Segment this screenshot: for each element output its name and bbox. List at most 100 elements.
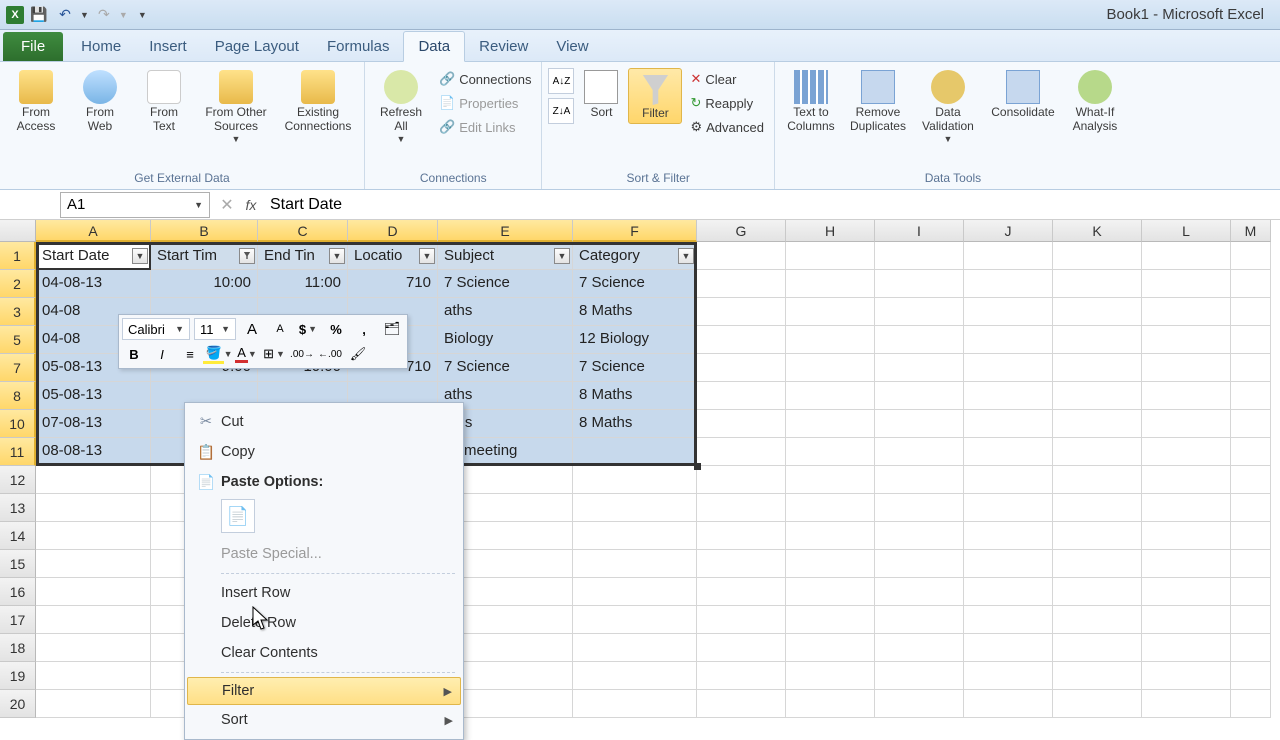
from-other-sources-button[interactable]: From Other Sources▼ xyxy=(198,68,274,146)
cell[interactable]: 07-08-13 xyxy=(36,410,151,438)
cell[interactable] xyxy=(1231,242,1271,270)
cell[interactable] xyxy=(1142,550,1231,578)
cell[interactable] xyxy=(875,522,964,550)
currency-button[interactable]: $▼ xyxy=(296,318,320,340)
tab-formulas[interactable]: Formulas xyxy=(313,32,404,61)
cell[interactable] xyxy=(964,242,1053,270)
cell[interactable] xyxy=(786,298,875,326)
cell[interactable] xyxy=(875,242,964,270)
filter-dropdown-button[interactable]: ▼ xyxy=(329,248,345,264)
name-box[interactable]: A1▼ xyxy=(60,192,210,218)
cell[interactable] xyxy=(1142,578,1231,606)
cell[interactable] xyxy=(964,270,1053,298)
cell[interactable] xyxy=(1231,550,1271,578)
cell[interactable]: aths xyxy=(438,298,573,326)
row-header-15[interactable]: 15 xyxy=(0,550,36,578)
cell[interactable] xyxy=(786,634,875,662)
cell[interactable] xyxy=(875,270,964,298)
cell[interactable] xyxy=(697,662,786,690)
cell[interactable] xyxy=(964,382,1053,410)
percent-button[interactable]: % xyxy=(324,318,348,340)
font-family-select[interactable]: Calibri▼ xyxy=(122,318,190,340)
cell[interactable]: 7 Science xyxy=(438,270,573,298)
cell[interactable] xyxy=(1053,354,1142,382)
font-color-button[interactable]: A▼ xyxy=(234,343,258,365)
tab-home[interactable]: Home xyxy=(67,32,135,61)
cell[interactable] xyxy=(1142,662,1231,690)
cell[interactable] xyxy=(697,578,786,606)
cell[interactable] xyxy=(1231,690,1271,718)
from-text-button[interactable]: From Text xyxy=(134,68,194,136)
cell[interactable] xyxy=(697,438,786,466)
paste-default-button[interactable]: 📄 xyxy=(221,499,255,533)
tab-insert[interactable]: Insert xyxy=(135,32,201,61)
cell[interactable] xyxy=(573,494,697,522)
cell[interactable] xyxy=(573,522,697,550)
from-access-button[interactable]: From Access xyxy=(6,68,66,136)
bold-button[interactable]: B xyxy=(122,343,146,365)
advanced-button[interactable]: ⚙Advanced xyxy=(686,116,767,138)
cell[interactable] xyxy=(697,242,786,270)
column-header-D[interactable]: D xyxy=(348,220,438,242)
cell[interactable] xyxy=(964,690,1053,718)
data-validation-button[interactable]: Data Validation▼ xyxy=(915,68,981,146)
cell[interactable] xyxy=(1053,326,1142,354)
cell[interactable] xyxy=(875,634,964,662)
cell[interactable] xyxy=(573,662,697,690)
row-header-8[interactable]: 8 xyxy=(0,382,36,410)
borders-button[interactable]: ⊞▼ xyxy=(262,343,286,365)
cell[interactable] xyxy=(1053,550,1142,578)
format-cells-button[interactable]: 🗂 xyxy=(380,318,404,340)
cell[interactable] xyxy=(1053,578,1142,606)
row-header-10[interactable]: 10 xyxy=(0,410,36,438)
column-header-M[interactable]: M xyxy=(1231,220,1271,242)
cell[interactable] xyxy=(697,494,786,522)
cell[interactable] xyxy=(697,270,786,298)
cell[interactable] xyxy=(573,690,697,718)
cell[interactable] xyxy=(697,466,786,494)
row-header-19[interactable]: 19 xyxy=(0,662,36,690)
cell[interactable] xyxy=(697,522,786,550)
cell[interactable] xyxy=(1053,634,1142,662)
cell[interactable] xyxy=(875,606,964,634)
cell[interactable] xyxy=(1142,270,1231,298)
cell[interactable] xyxy=(1231,354,1271,382)
existing-connections-button[interactable]: Existing Connections xyxy=(278,68,358,136)
row-header-14[interactable]: 14 xyxy=(0,522,36,550)
row-header-11[interactable]: 11 xyxy=(0,438,36,466)
cell[interactable] xyxy=(1231,466,1271,494)
cell[interactable] xyxy=(786,410,875,438)
ctx-copy[interactable]: 📋Copy xyxy=(187,437,461,467)
tab-page-layout[interactable]: Page Layout xyxy=(201,32,313,61)
header-cell[interactable]: End Tin▼ xyxy=(258,242,348,270)
cell[interactable] xyxy=(1231,382,1271,410)
cell[interactable] xyxy=(1231,326,1271,354)
sort-za-button[interactable]: Z↓A xyxy=(548,98,574,124)
connections-button[interactable]: 🔗Connections xyxy=(435,68,535,90)
cell[interactable] xyxy=(786,242,875,270)
cell[interactable] xyxy=(875,550,964,578)
cell[interactable] xyxy=(573,634,697,662)
column-header-G[interactable]: G xyxy=(697,220,786,242)
cell[interactable] xyxy=(875,578,964,606)
cell[interactable] xyxy=(964,298,1053,326)
cell[interactable] xyxy=(786,522,875,550)
cell[interactable] xyxy=(36,578,151,606)
cell[interactable] xyxy=(964,326,1053,354)
row-header-3[interactable]: 3 xyxy=(0,298,36,326)
ctx-cut[interactable]: ✂Cut xyxy=(187,407,461,437)
cell[interactable] xyxy=(964,606,1053,634)
cell[interactable] xyxy=(1053,606,1142,634)
cell[interactable] xyxy=(36,550,151,578)
column-header-C[interactable]: C xyxy=(258,220,348,242)
column-header-I[interactable]: I xyxy=(875,220,964,242)
cell[interactable] xyxy=(786,326,875,354)
cell[interactable] xyxy=(786,578,875,606)
cell[interactable]: 7 Science xyxy=(438,354,573,382)
cell[interactable] xyxy=(875,494,964,522)
tab-view[interactable]: View xyxy=(542,32,602,61)
cell[interactable] xyxy=(875,326,964,354)
row-header-18[interactable]: 18 xyxy=(0,634,36,662)
cell[interactable] xyxy=(1142,382,1231,410)
filter-dropdown-button[interactable] xyxy=(239,248,255,264)
